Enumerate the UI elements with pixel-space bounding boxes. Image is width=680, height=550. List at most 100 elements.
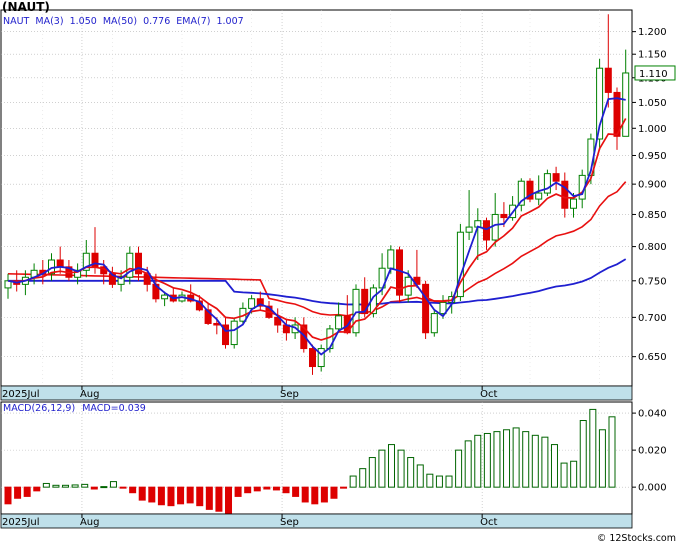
price-tick-label: 0.800 xyxy=(638,242,667,253)
candle-up xyxy=(622,72,630,137)
macd-bar xyxy=(483,432,491,488)
price-legend: (NAUT) NAUT MA(3) 1.050 MA(50) 0.776 EMA… xyxy=(3,16,247,27)
price-tick-label: 1.050 xyxy=(638,98,667,109)
candle-up xyxy=(248,298,256,309)
price-tick-label: 1.150 xyxy=(638,50,667,61)
candle-up xyxy=(230,320,238,346)
candle-down xyxy=(422,283,430,334)
macd-bar xyxy=(493,431,501,488)
macd-bar xyxy=(90,486,98,490)
macd-bar xyxy=(522,431,530,488)
macd-bar xyxy=(359,468,367,488)
candle-down xyxy=(604,67,612,93)
macd-bar xyxy=(52,484,60,488)
month-label: Sep xyxy=(280,389,299,400)
price-tick-label: 0.750 xyxy=(638,276,667,287)
macd-bar xyxy=(71,484,79,488)
candle-down xyxy=(500,213,508,219)
macd-bar xyxy=(416,464,424,488)
legend-ma3-label: MA(3) xyxy=(35,16,64,27)
chart-svg: 0.650 0.700 0.750 0.800 0.850 0.900 0.950 1.000… xyxy=(0,9,676,529)
macd-bar xyxy=(435,475,443,488)
macd-legend: MACD(26,12,9) MACD=0.039 xyxy=(3,403,150,414)
macd-bar xyxy=(215,486,223,512)
month-label: Oct xyxy=(480,517,497,528)
macd-bar xyxy=(570,460,578,488)
macd-legend-value: MACD=0.039 xyxy=(82,403,146,414)
month-label: 2025Jul xyxy=(2,389,40,400)
macd-bar xyxy=(234,486,242,497)
macd-bar xyxy=(62,484,70,488)
month-label: 2025Jul xyxy=(2,517,40,528)
macd-bar xyxy=(378,449,386,488)
macd-bar xyxy=(387,444,395,488)
macd-bar xyxy=(301,486,309,503)
macd-bar xyxy=(560,462,568,488)
macd-bar xyxy=(407,457,415,488)
macd-bar xyxy=(167,486,175,507)
macd-bar xyxy=(4,486,12,505)
legend-ma3-value: 1.050 xyxy=(69,16,97,27)
macd-bar xyxy=(512,427,520,488)
macd-bar xyxy=(608,416,616,488)
macd-bar xyxy=(311,486,319,505)
candle-up xyxy=(465,226,473,233)
ticker-symbol: (NAUT) xyxy=(2,0,50,14)
macd-bar xyxy=(464,440,472,488)
legend-ema7-label: EMA(7) xyxy=(176,16,211,27)
price-tick-label: 0.650 xyxy=(638,352,667,363)
legend-naut: NAUT xyxy=(3,16,30,27)
legend-ma50-label: MA(50) xyxy=(102,16,138,27)
candle-up xyxy=(335,315,343,330)
macd-bar xyxy=(474,434,482,488)
macd-bar xyxy=(244,486,252,494)
macd-bar xyxy=(272,486,280,491)
macd-tick-label: 0.000 xyxy=(638,483,667,494)
month-label: Aug xyxy=(80,517,100,528)
candle-up xyxy=(543,173,551,194)
macd-bar xyxy=(157,486,165,506)
stock-chart: 0.650 0.700 0.750 0.800 0.850 0.900 0.950 1.000… xyxy=(0,0,680,546)
candle-down xyxy=(56,259,64,268)
macd-bar xyxy=(426,473,434,488)
month-label: Aug xyxy=(80,389,100,400)
macd-bar xyxy=(320,486,328,503)
price-tick-label: 1.200 xyxy=(638,27,667,38)
macd-bar xyxy=(81,483,89,488)
macd-bar xyxy=(330,486,338,499)
month-label: Oct xyxy=(480,389,497,400)
candle-up xyxy=(570,198,577,209)
macd-legend-label: MACD(26,12,9) xyxy=(3,403,76,414)
candle-up xyxy=(317,348,325,368)
macd-bar xyxy=(119,486,127,489)
macd-bar xyxy=(445,475,453,488)
macd-bar xyxy=(282,486,290,494)
candle-down xyxy=(552,173,560,182)
candle-down xyxy=(561,180,569,209)
credit-text: © 12Stocks.com xyxy=(596,533,676,544)
macd-bar xyxy=(129,486,137,494)
candle-up xyxy=(430,313,438,334)
macd-bar xyxy=(550,444,558,488)
macd-bar xyxy=(368,457,376,488)
macd-bar xyxy=(541,436,549,488)
macd-bar xyxy=(589,408,597,488)
candle-up xyxy=(535,192,543,200)
macd-bar xyxy=(349,475,357,488)
month-label: Sep xyxy=(280,517,299,528)
macd-bar xyxy=(148,486,156,503)
macd-bar xyxy=(109,481,117,488)
candle-down xyxy=(483,220,490,241)
macd-bar xyxy=(579,420,587,488)
macd-bar xyxy=(598,429,606,488)
legend-ema7-value: 1.007 xyxy=(216,16,244,27)
macd-bar xyxy=(503,429,511,488)
macd-bar xyxy=(196,486,204,507)
candle-up xyxy=(491,213,499,241)
macd-bar xyxy=(340,486,348,489)
macd-bar xyxy=(205,486,213,510)
macd-bar xyxy=(397,449,405,488)
macd-bar xyxy=(42,482,50,488)
legend-ma50-value: 0.776 xyxy=(143,16,171,27)
price-tick-label: 0.700 xyxy=(638,313,667,324)
